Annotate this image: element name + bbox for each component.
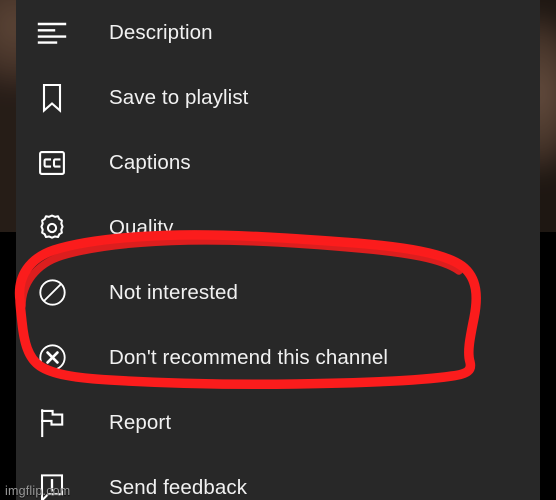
flag-icon xyxy=(33,404,71,442)
menu-item-label: Description xyxy=(109,20,213,44)
menu-item-dont-recommend-channel[interactable]: Don't recommend this channel xyxy=(16,325,540,390)
video-backdrop-right xyxy=(540,0,556,232)
bookmark-icon xyxy=(33,79,71,117)
video-options-sheet: Description Save to playlist Captions Qu… xyxy=(16,0,540,500)
menu-item-captions[interactable]: Captions xyxy=(16,130,540,195)
description-icon xyxy=(33,14,71,52)
menu-item-description[interactable]: Description xyxy=(16,0,540,65)
closed-captions-icon xyxy=(33,144,71,182)
circle-x-icon xyxy=(33,339,71,377)
backdrop-dim xyxy=(540,0,556,232)
menu-item-label: Captions xyxy=(109,150,191,174)
menu-item-label: Send feedback xyxy=(109,475,248,499)
menu-item-report[interactable]: Report xyxy=(16,390,540,455)
menu-item-label: Save to playlist xyxy=(109,85,249,109)
menu-item-not-interested[interactable]: Not interested xyxy=(16,260,540,325)
options-menu-list: Description Save to playlist Captions Qu… xyxy=(16,0,540,500)
menu-item-send-feedback[interactable]: Send feedback xyxy=(16,455,540,500)
video-backdrop-left xyxy=(0,0,16,232)
circle-slash-icon xyxy=(33,274,71,312)
screenshot-root: Description Save to playlist Captions Qu… xyxy=(0,0,556,500)
imgflip-watermark: imgflip.com xyxy=(5,484,71,498)
gear-icon xyxy=(33,209,71,247)
menu-item-label: Don't recommend this channel xyxy=(109,345,389,369)
menu-item-label: Report xyxy=(109,410,172,434)
menu-item-label: Not interested xyxy=(109,280,239,304)
menu-item-save-to-playlist[interactable]: Save to playlist xyxy=(16,65,540,130)
menu-item-quality[interactable]: Quality xyxy=(16,195,540,260)
backdrop-dim xyxy=(0,0,16,232)
menu-item-label: Quality xyxy=(109,215,174,239)
